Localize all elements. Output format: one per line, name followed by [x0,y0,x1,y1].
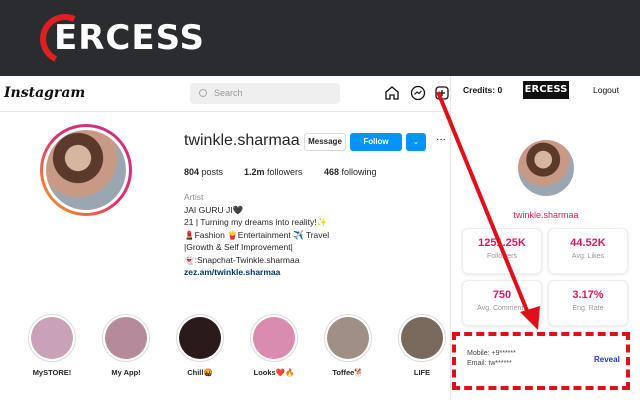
message-button[interactable]: Message [304,133,346,151]
messenger-icon[interactable] [410,85,426,101]
panel-avatar [518,140,574,196]
new-post-icon[interactable] [434,85,450,101]
instagram-profile: Instagram Search twinkle.sharmaa Message… [0,76,450,400]
card-label: Avg. Likes [571,253,605,260]
highlight-label: Toffee🐕 [332,368,364,377]
bio-line: |Growth & Self Improvement| [184,242,293,252]
search-icon [199,89,207,97]
home-icon[interactable] [384,85,400,101]
bio-line: 21 | Turning my dreams into reality!✨ [184,217,328,227]
search-placeholder: Search [214,88,243,98]
suggested-dropdown-button[interactable]: ⌄ [406,133,426,151]
highlight-cover [105,317,147,359]
profile-bio: Artist JAI GURU JI🖤 21 | Turning my drea… [184,191,444,279]
highlight-item[interactable]: Chill🤬 [170,314,230,377]
highlight-label: Chill🤬 [187,368,213,377]
card-value: 3.17% [572,289,604,301]
logout-link[interactable]: Logout [593,85,619,95]
avg-likes-card: 44.52K Avg. Likes [548,228,628,274]
highlight-box [452,332,630,390]
highlight-item[interactable]: MySTORE! [22,314,82,377]
instagram-topbar: Instagram Search [0,76,450,112]
top-banner: ERCESS [0,0,640,76]
instagram-logo[interactable]: Instagram [4,85,85,101]
highlight-item[interactable]: My App! [96,314,156,377]
highlight-cover [179,317,221,359]
highlight-item[interactable]: Toffee🐕 [318,314,378,377]
highlight-item[interactable]: LIFE [392,314,452,377]
highlight-label: My App! [111,368,141,377]
brand-text: ERCESS [54,18,206,58]
profile-username: twinkle.sharmaa [184,132,300,149]
more-options-icon[interactable]: ··· [436,134,446,145]
credits-label: Credits: 0 [463,85,503,95]
bio-line: 👻:Snapchat-Twinkle.sharmaa [184,254,300,265]
avg-comments-card: 750 Avg. Comments [462,280,542,326]
following-count[interactable]: 468 following [324,167,377,177]
card-label: Eng. Rate [572,305,604,312]
bio-line: 💄Fashion 🍟Entertainment ✈️ Travel [184,229,330,240]
profile-avatar[interactable] [40,124,132,216]
highlight-cover [401,317,443,359]
highlight-item[interactable]: Looks❤️🔥 [244,314,304,377]
card-value: 750 [492,289,512,301]
highlight-label: LIFE [413,368,431,377]
panel-brand-logo: ERCESS [523,81,569,99]
highlight-cover [253,317,295,359]
bio-line: JAI GURU JI🖤 [184,204,244,215]
brand-logo: ERCESS [32,6,204,72]
posts-count: 804 posts [184,167,224,177]
eng-rate-card: 3.17% Eng. Rate [548,280,628,326]
bio-category: Artist [184,192,204,202]
panel-username: twinkle.sharmaa [513,210,579,220]
follow-button[interactable]: Follow [350,133,402,151]
bio-link[interactable]: zez.am/twinkle.sharmaa [184,266,444,279]
followers-card: 1251.25K Followers [462,228,542,274]
avatar-photo [46,130,126,210]
search-input[interactable]: Search [190,83,340,104]
highlight-cover [31,317,73,359]
card-value: 1251.25K [478,237,526,249]
highlight-label: Looks❤️🔥 [253,368,295,377]
card-label: Followers [487,253,517,260]
story-highlights: MySTORE! My App! Chill🤬 Looks❤️🔥 Toffee🐕… [0,310,450,400]
card-value: 44.52K [570,237,606,249]
highlight-cover [327,317,369,359]
highlight-label: MySTORE! [32,368,72,377]
card-label: Avg. Comments [477,305,527,312]
followers-count[interactable]: 1.2m followers [244,167,303,177]
